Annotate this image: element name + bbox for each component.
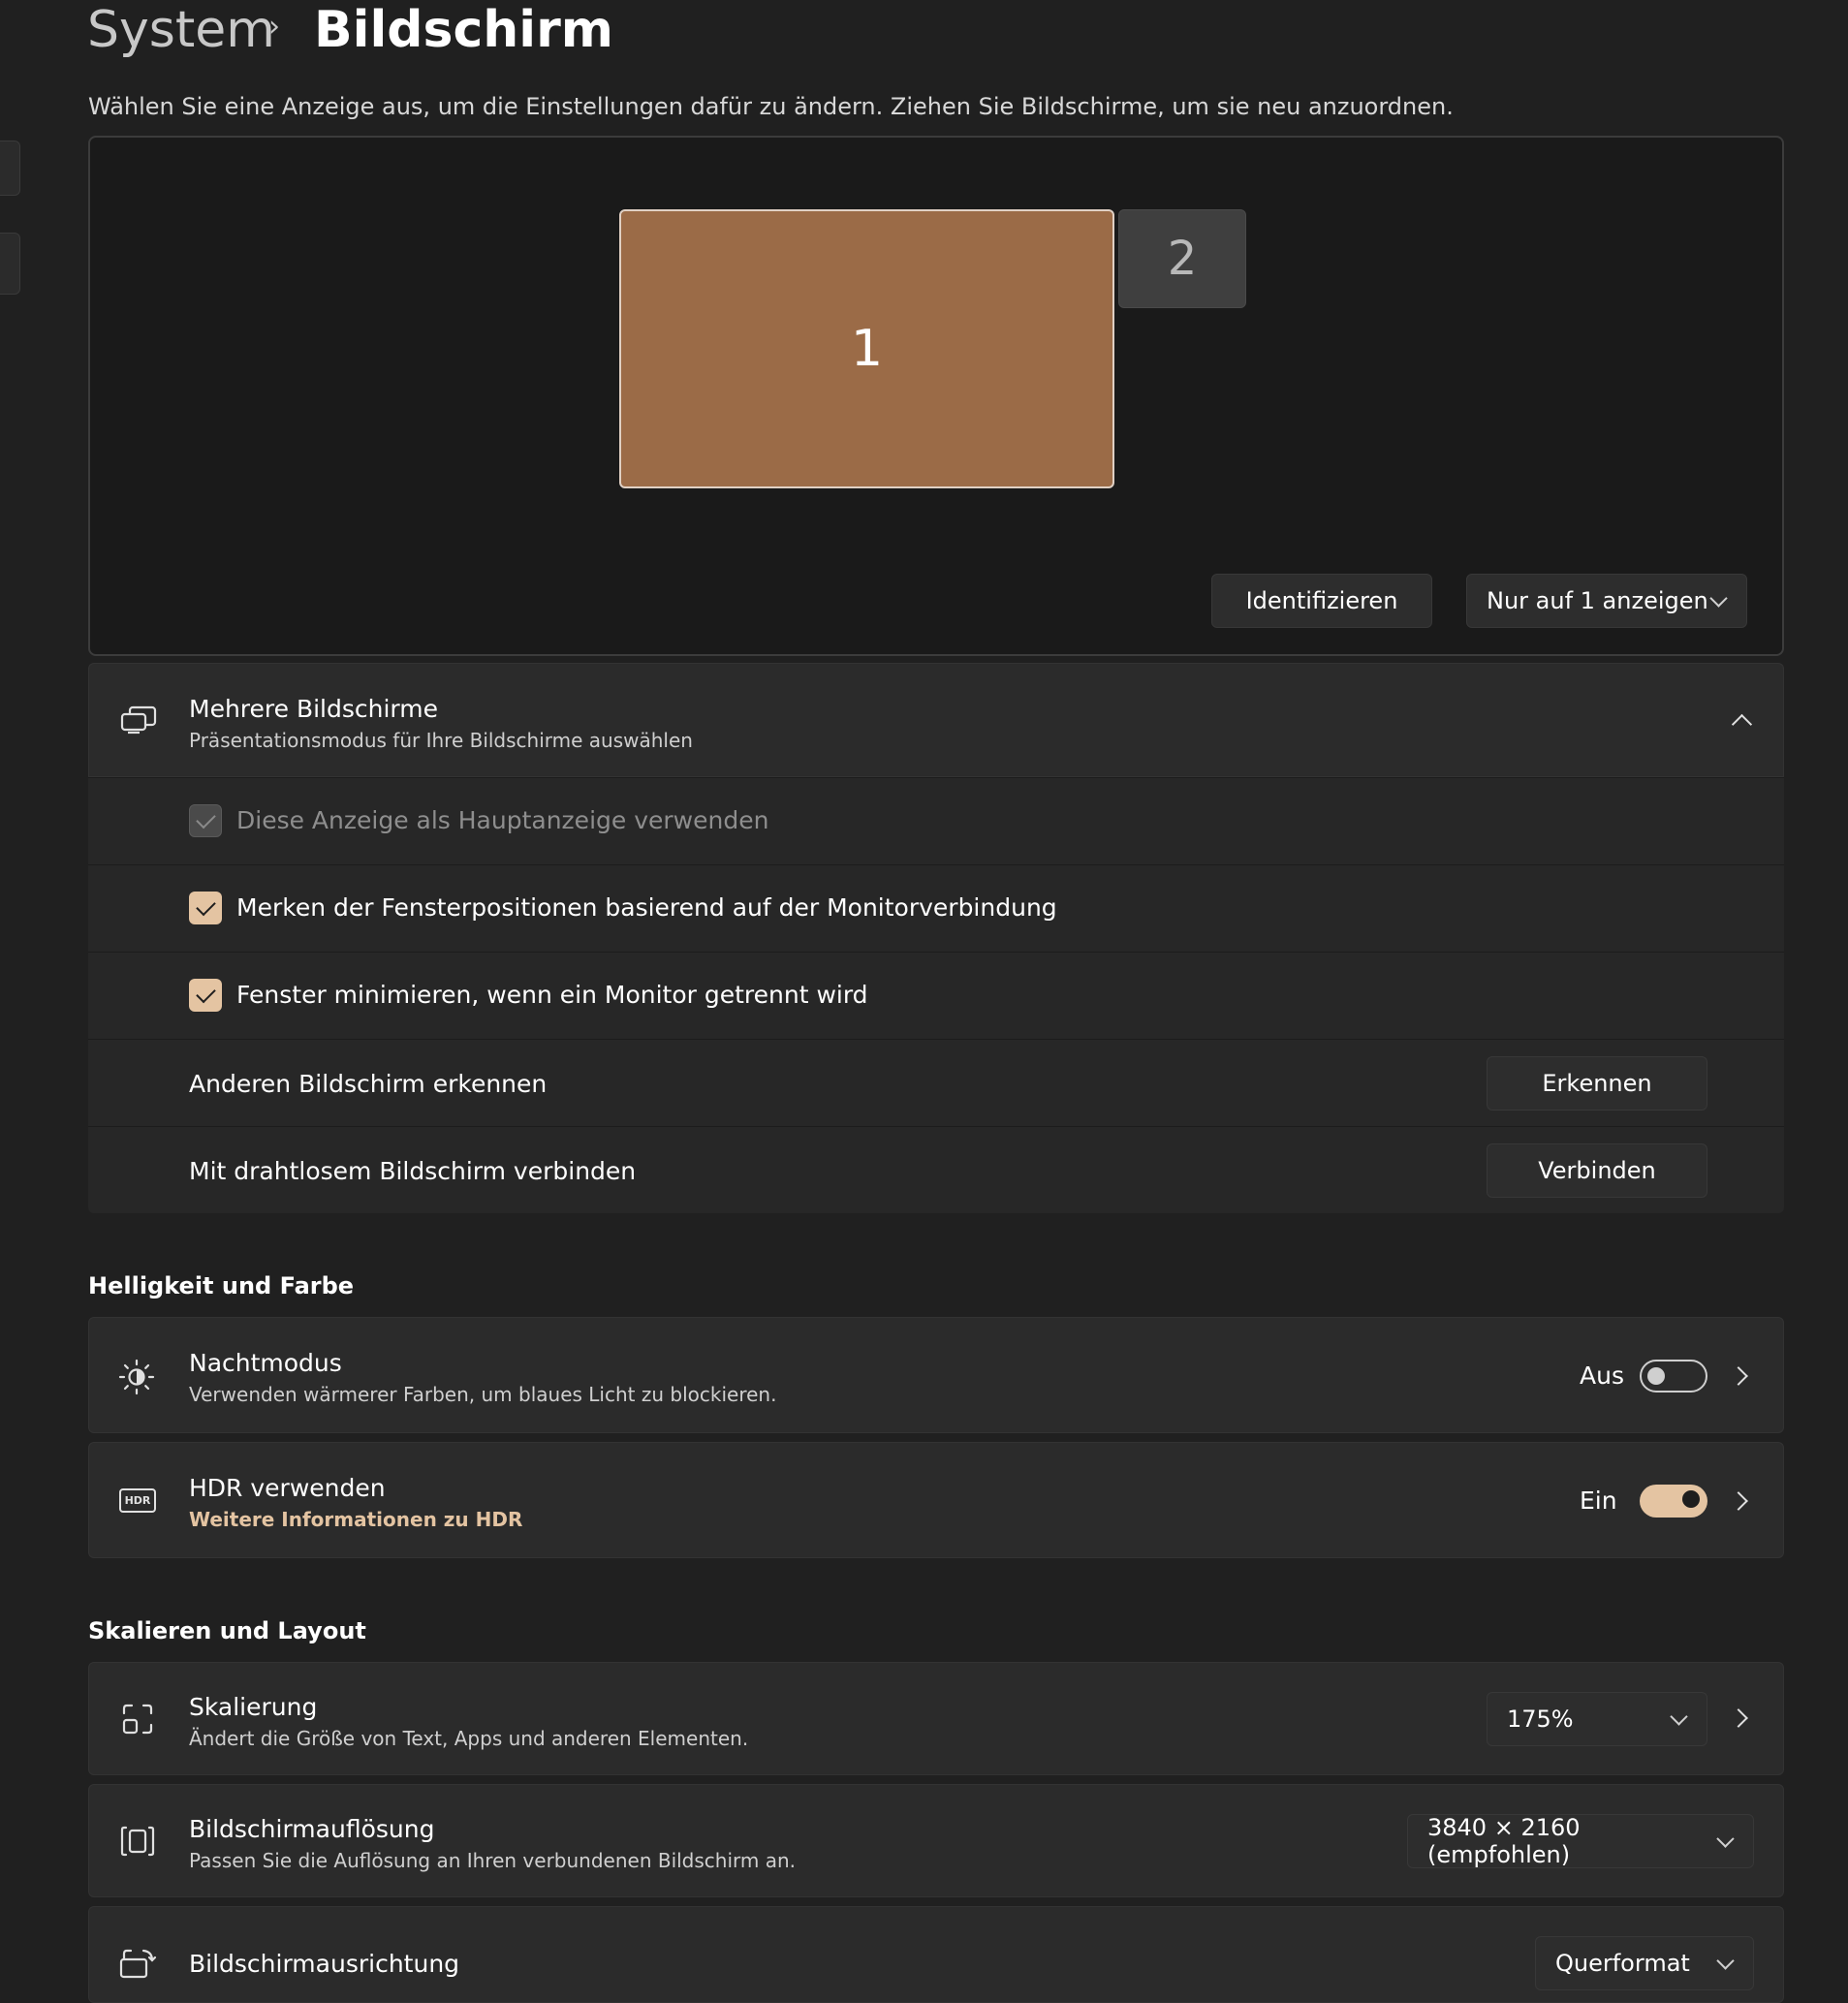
minimize-windows-checkbox[interactable]: [189, 979, 222, 1012]
hdr-icon: HDR: [119, 1488, 156, 1513]
display-mode-dropdown[interactable]: Nur auf 1 anzeigen: [1466, 574, 1747, 628]
orientation-value: Querformat: [1555, 1950, 1690, 1977]
scaling-title: Skalierung: [189, 1693, 318, 1721]
page-title: Bildschirm: [314, 1, 613, 59]
hdr-state: Ein: [1580, 1487, 1617, 1515]
multiple-displays-title: Mehrere Bildschirme: [189, 695, 439, 723]
night-light-icon: [118, 1359, 155, 1395]
multiple-displays-icon: [120, 705, 157, 735]
checkmark-icon: [195, 895, 216, 916]
instruction-text: Wählen Sie eine Anzeige aus, um die Eins…: [88, 93, 1454, 120]
resolution-value: 3840 × 2160 (empfohlen): [1427, 1814, 1581, 1868]
hdr-toggle[interactable]: [1640, 1485, 1707, 1518]
nav-stub[interactable]: [0, 141, 20, 196]
monitor-2-label: 2: [1167, 232, 1198, 286]
toggle-knob: [1647, 1367, 1665, 1385]
monitor-2[interactable]: 2: [1118, 209, 1246, 308]
checkmark-icon: [195, 808, 216, 829]
chevron-down-icon: [1716, 1951, 1735, 1970]
night-light-state: Aus: [1580, 1361, 1624, 1390]
breadcrumb-separator-icon: ›: [268, 10, 280, 44]
primary-display-checkbox[interactable]: [189, 804, 222, 837]
orientation-dropdown[interactable]: Querformat: [1535, 1936, 1754, 1990]
detect-display-label: Anderen Bildschirm erkennen: [189, 1070, 548, 1098]
night-light-row[interactable]: [88, 1317, 1784, 1433]
monitor-1[interactable]: 1: [619, 209, 1114, 488]
night-light-subtitle: Verwenden wärmerer Farben, um blaues Lic…: [189, 1383, 777, 1406]
scaling-subtitle: Ändert die Größe von Text, Apps und ande…: [189, 1727, 749, 1750]
scaling-icon: [122, 1704, 153, 1735]
chevron-down-icon: [1709, 588, 1728, 608]
resolution-icon: [120, 1826, 155, 1857]
chevron-down-icon: [1670, 1706, 1688, 1726]
section-heading-scale: Skalieren und Layout: [88, 1617, 366, 1644]
breadcrumb-system[interactable]: System: [87, 0, 275, 60]
hdr-title: HDR verwenden: [189, 1474, 386, 1502]
display-mode-value: Nur auf 1 anzeigen: [1487, 587, 1708, 614]
remember-window-positions-checkbox[interactable]: [189, 892, 222, 924]
checkmark-icon: [195, 983, 216, 1003]
remember-window-positions-label: Merken der Fensterpositionen basierend a…: [236, 893, 1057, 922]
resolution-title: Bildschirmauflösung: [189, 1815, 435, 1843]
resolution-dropdown[interactable]: 3840 × 2160 (empfohlen): [1407, 1814, 1754, 1868]
wireless-display-label: Mit drahtlosem Bildschirm verbinden: [189, 1157, 637, 1185]
scaling-dropdown[interactable]: 175%: [1487, 1692, 1707, 1746]
orientation-icon: [119, 1949, 157, 1979]
resolution-subtitle: Passen Sie die Auflösung an Ihren verbun…: [189, 1849, 797, 1872]
section-heading-brightness: Helligkeit und Farbe: [88, 1272, 355, 1299]
orientation-title: Bildschirmausrichtung: [189, 1950, 460, 1978]
nav-stub[interactable]: [0, 233, 20, 295]
toggle-knob: [1682, 1490, 1700, 1508]
identify-button[interactable]: Identifizieren: [1211, 574, 1432, 628]
hdr-icon-label: HDR: [124, 1494, 151, 1507]
night-light-toggle[interactable]: [1640, 1360, 1707, 1393]
scaling-value: 175%: [1507, 1706, 1574, 1733]
multiple-displays-subtitle: Präsentationsmodus für Ihre Bildschirme …: [189, 729, 693, 752]
connect-button[interactable]: Verbinden: [1487, 1143, 1707, 1198]
minimize-windows-label: Fenster minimieren, wenn ein Monitor get…: [236, 981, 868, 1009]
night-light-title: Nachtmodus: [189, 1349, 342, 1377]
primary-display-label: Diese Anzeige als Hauptanzeige verwenden: [236, 806, 769, 834]
hdr-info-link[interactable]: Weitere Informationen zu HDR: [189, 1508, 522, 1531]
detect-button[interactable]: Erkennen: [1487, 1056, 1707, 1111]
monitor-1-label: 1: [850, 320, 884, 378]
